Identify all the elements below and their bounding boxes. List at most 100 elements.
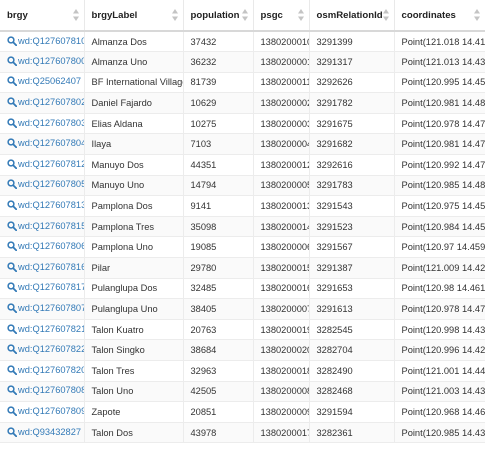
item-link[interactable]: wd:Q127607800 — [7, 56, 83, 66]
item-id[interactable]: wd:Q127607803 — [18, 118, 83, 128]
cell-coordinates: Point(120.968 14.466) — [394, 401, 485, 423]
magnifier-icon[interactable] — [7, 241, 17, 252]
sort-arrows-icon[interactable] — [297, 9, 304, 21]
cell-coordinates: Point(120.992 14.471) — [394, 154, 485, 176]
item-id[interactable]: wd:Q93432827 — [18, 427, 81, 437]
magnifier-icon[interactable] — [7, 35, 17, 46]
item-id[interactable]: wd:Q127607822 — [18, 344, 83, 354]
magnifier-icon[interactable] — [7, 200, 17, 211]
magnifier-icon[interactable] — [7, 97, 17, 108]
item-link[interactable]: wd:Q127607815 — [7, 220, 83, 231]
item-id[interactable]: wd:Q127607808 — [18, 385, 83, 395]
magnifier-icon[interactable] — [7, 138, 17, 149]
table-row: wd:Q127607800 Almanza Uno 36232 1380200001 3… — [0, 51, 485, 73]
cell-brgy: wd:Q127607803 — [0, 113, 85, 135]
cell-population: 29780 — [183, 257, 254, 279]
item-link[interactable]: wd:Q127607817 — [7, 282, 83, 293]
column-header-psgc[interactable]: psgc — [253, 0, 310, 32]
cell-psgc: 1380200018 — [253, 360, 310, 382]
magnifier-icon[interactable] — [7, 406, 17, 416]
item-link[interactable]: wd:Q127607820 — [7, 365, 83, 375]
magnifier-icon[interactable] — [7, 159, 17, 169]
sort-arrows-icon[interactable] — [72, 9, 79, 21]
item-id[interactable]: wd:Q25062407 — [18, 76, 81, 86]
cell-brgyLabel: Talon Uno — [84, 381, 184, 403]
magnifier-icon[interactable] — [7, 118, 17, 128]
magnifier-icon[interactable] — [7, 56, 17, 66]
item-link[interactable]: wd:Q127607802 — [7, 97, 83, 108]
column-header-coordinates[interactable]: coordinates — [394, 0, 485, 32]
magnifier-icon[interactable] — [7, 76, 17, 87]
item-id[interactable]: wd:Q127607807 — [18, 303, 83, 313]
item-id[interactable]: wd:Q127607817 — [18, 282, 83, 292]
cell-brgy: wd:Q127607813 — [0, 195, 85, 217]
cell-brgyLabel: Pulanglupa Dos — [84, 278, 184, 300]
item-link[interactable]: wd:Q127607809 — [7, 406, 83, 416]
column-header-population[interactable]: population — [183, 0, 254, 32]
cell-brgy: wd:Q127607820 — [0, 360, 85, 382]
item-id[interactable]: wd:Q127607800 — [18, 56, 83, 66]
item-id[interactable]: wd:Q127607820 — [18, 365, 83, 375]
magnifier-icon[interactable] — [7, 426, 17, 437]
item-id[interactable]: wd:Q127607802 — [18, 97, 83, 107]
item-id[interactable]: wd:Q127607815 — [18, 221, 83, 231]
table-row: wd:Q127607808 Talon Uno 42505 1380200008 328… — [0, 381, 485, 403]
item-link[interactable]: wd:Q127607807 — [7, 303, 83, 314]
item-id[interactable]: wd:Q127607804 — [18, 138, 83, 148]
item-id[interactable]: wd:Q127607810 — [18, 36, 83, 46]
cell-brgyLabel: Talon Singko — [84, 339, 184, 361]
item-link[interactable]: wd:Q127607813 — [7, 200, 83, 211]
sort-arrows-icon[interactable] — [474, 9, 480, 21]
cell-population: 38684 — [183, 339, 254, 361]
magnifier-icon[interactable] — [7, 262, 17, 272]
sort-arrows-icon[interactable] — [171, 9, 178, 21]
column-header-osmRelationId[interactable]: osmRelationId — [309, 0, 395, 32]
item-link[interactable]: wd:Q127607808 — [7, 385, 83, 396]
item-id[interactable]: wd:Q127607812 — [18, 159, 83, 169]
item-id[interactable]: wd:Q127607816 — [18, 262, 83, 272]
magnifier-icon[interactable] — [7, 220, 17, 231]
item-link[interactable]: wd:Q127607806 — [7, 241, 83, 252]
table-row: wd:Q127607807 Pulanglupa Uno 38405 13802000… — [0, 298, 485, 320]
magnifier-icon[interactable] — [7, 282, 17, 293]
magnifier-icon[interactable] — [7, 365, 17, 375]
cell-brgyLabel: Almanza Uno — [84, 51, 184, 73]
column-header-label: population — [190, 9, 240, 21]
magnifier-icon[interactable] — [7, 303, 17, 314]
cell-psgc: 1380200016 — [253, 278, 310, 300]
magnifier-icon[interactable] — [7, 344, 17, 355]
sort-arrows-icon[interactable] — [382, 9, 389, 21]
magnifier-icon[interactable] — [7, 385, 17, 396]
cell-brgy: wd:Q127607809 — [0, 401, 85, 423]
cell-brgyLabel: Elias Aldana — [84, 113, 184, 135]
item-link[interactable]: wd:Q127607804 — [7, 138, 83, 149]
cell-psgc: 1380200003 — [253, 113, 310, 135]
table-row: wd:Q127607815 Pamplona Tres 35098 138020001… — [0, 216, 485, 238]
table-row: wd:Q127607809 Zapote 20851 1380200009 329159… — [0, 401, 485, 423]
item-link[interactable]: wd:Q127607805 — [7, 179, 83, 190]
item-id[interactable]: wd:Q127607821 — [18, 324, 83, 334]
column-header-brgy[interactable]: brgy — [0, 0, 85, 32]
item-link[interactable]: wd:Q93432827 — [7, 427, 81, 437]
item-link[interactable]: wd:Q25062407 — [7, 76, 81, 87]
item-id[interactable]: wd:Q127607813 — [18, 200, 83, 210]
cell-population: 37432 — [183, 31, 254, 53]
item-link[interactable]: wd:Q127607812 — [7, 159, 83, 169]
sort-arrows-icon[interactable] — [241, 9, 248, 21]
item-id[interactable]: wd:Q127607806 — [18, 241, 83, 251]
cell-osmRelationId: 3291543 — [309, 195, 395, 217]
magnifier-icon[interactable] — [7, 179, 17, 190]
item-link[interactable]: wd:Q127607810 — [7, 35, 83, 46]
table-row: wd:Q127607806 Pamplona Uno 19085 1380200006… — [0, 236, 485, 259]
item-link[interactable]: wd:Q127607821 — [7, 323, 83, 334]
magnifier-icon[interactable] — [7, 323, 17, 334]
cell-coordinates: Point(120.98 14.461) — [394, 278, 485, 300]
item-id[interactable]: wd:Q127607809 — [18, 406, 83, 416]
cell-population: 10275 — [183, 113, 254, 135]
item-link[interactable]: wd:Q127607822 — [7, 344, 83, 355]
column-header-label: psgc — [260, 9, 283, 21]
item-link[interactable]: wd:Q127607803 — [7, 118, 83, 128]
column-header-brgyLabel[interactable]: brgyLabel — [84, 0, 184, 32]
item-link[interactable]: wd:Q127607816 — [7, 262, 83, 272]
item-id[interactable]: wd:Q127607805 — [18, 179, 83, 189]
